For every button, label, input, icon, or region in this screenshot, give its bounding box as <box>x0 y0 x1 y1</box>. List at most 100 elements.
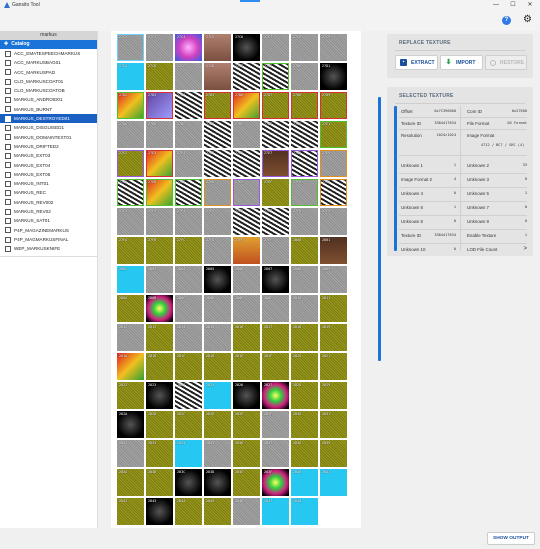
texture-thumbnail[interactable]: 281A <box>117 353 144 380</box>
grid-scrollbar[interactable] <box>378 97 381 361</box>
tree-item[interactable]: P4P_MAGAZINEMARKUS <box>0 226 97 235</box>
texture-thumbnail[interactable]: 282E <box>233 411 260 438</box>
texture-thumbnail[interactable]: 27E1 <box>320 121 347 148</box>
texture-thumbnail[interactable]: 2832 <box>117 440 144 467</box>
texture-thumbnail[interactable]: 27E3 <box>146 150 173 177</box>
texture-thumbnail[interactable]: 2836 <box>233 440 260 467</box>
texture-thumbnail[interactable]: 27D1 <box>320 63 347 90</box>
texture-thumbnail[interactable]: 27E7 <box>262 150 289 177</box>
texture-thumbnail[interactable]: 27DB <box>146 121 173 148</box>
texture-thumbnail[interactable]: 2818 <box>291 324 318 351</box>
texture-thumbnail[interactable]: 27FC <box>175 237 202 264</box>
texture-thumbnail[interactable]: 282B <box>146 411 173 438</box>
tree-item[interactable]: MARKUS_REC <box>0 188 97 197</box>
texture-thumbnail[interactable]: 2819 <box>320 324 347 351</box>
texture-thumbnail[interactable]: 27DF <box>262 121 289 148</box>
texture-thumbnail[interactable]: 2845 <box>204 498 231 525</box>
texture-thumbnail[interactable]: 2815 <box>204 324 231 351</box>
texture-thumbnail[interactable]: 27C3 <box>146 34 173 61</box>
tree-item[interactable]: MARKUS_EXT03 <box>0 151 97 160</box>
texture-thumbnail[interactable]: 2846 <box>233 498 260 525</box>
texture-thumbnail[interactable]: 27CF <box>262 63 289 90</box>
texture-thumbnail[interactable]: 283B <box>146 469 173 496</box>
texture-thumbnail[interactable]: 282F <box>262 411 289 438</box>
texture-thumbnail[interactable]: 27EA <box>117 179 144 206</box>
tree-item[interactable]: MARKUS_REV002 <box>0 198 97 207</box>
texture-thumbnail[interactable]: 2822 <box>117 382 144 409</box>
texture-thumbnail[interactable]: 27F9 <box>320 208 347 235</box>
texture-thumbnail[interactable]: 2839 <box>320 440 347 467</box>
tree-item[interactable]: ACC_EMATESPEECHMARKUS <box>0 49 97 58</box>
texture-thumbnail[interactable]: 2801 <box>320 237 347 264</box>
texture-thumbnail[interactable]: 27F1 <box>320 179 347 206</box>
catalog-root[interactable]: ✚ Catalog <box>0 40 97 49</box>
texture-thumbnail[interactable]: 2833 <box>146 440 173 467</box>
tree-item[interactable]: MARKUS_INT01 <box>0 179 97 188</box>
texture-thumbnail[interactable]: 2842 <box>117 498 144 525</box>
texture-thumbnail[interactable]: 282C <box>175 411 202 438</box>
texture-thumbnail[interactable]: 281B <box>146 353 173 380</box>
texture-thumbnail[interactable]: 27F0 <box>291 179 318 206</box>
texture-thumbnail[interactable]: 280F <box>262 295 289 322</box>
texture-thumbnail[interactable]: 27FA <box>117 237 144 264</box>
texture-thumbnail[interactable]: 2835 <box>204 440 231 467</box>
texture-thumbnail[interactable]: 27D6 <box>233 92 260 119</box>
texture-thumbnail[interactable]: 281C <box>175 353 202 380</box>
minimize-button[interactable]: — <box>491 1 501 10</box>
texture-thumbnail[interactable]: 27EC <box>175 179 202 206</box>
texture-thumbnail[interactable]: 283E <box>233 469 260 496</box>
tree-item[interactable]: MARKUS_ANDROID01 <box>0 95 97 104</box>
texture-thumbnail[interactable]: 2809 <box>320 266 347 293</box>
texture-thumbnail[interactable]: 2816 <box>233 324 260 351</box>
texture-thumbnail[interactable]: 27D2 <box>117 92 144 119</box>
texture-thumbnail[interactable]: 27E0 <box>291 121 318 148</box>
texture-thumbnail[interactable]: 2814 <box>175 324 202 351</box>
texture-thumbnail[interactable]: 27C2 <box>117 34 144 61</box>
extract-button[interactable]: ▪ EXTRACT <box>395 55 438 70</box>
texture-thumbnail[interactable]: 2805 <box>204 266 231 293</box>
texture-thumbnail[interactable]: 282A <box>117 411 144 438</box>
texture-thumbnail[interactable]: 27E9 <box>320 150 347 177</box>
tree-item[interactable]: ACC_MARKUSBAG01 <box>0 58 97 67</box>
texture-thumbnail[interactable]: 27DA <box>117 121 144 148</box>
texture-thumbnail[interactable]: 27F6 <box>233 208 260 235</box>
texture-thumbnail[interactable]: 27C5 <box>204 34 231 61</box>
texture-thumbnail[interactable]: 27F3 <box>146 208 173 235</box>
tree-item[interactable]: MARKUS_EXT05 <box>0 170 97 179</box>
tree-item[interactable]: ACC_MARKUSPAD <box>0 68 97 77</box>
texture-thumbnail[interactable]: 27D8 <box>291 92 318 119</box>
texture-thumbnail[interactable]: 2806 <box>233 266 260 293</box>
texture-thumbnail[interactable]: 281F <box>262 353 289 380</box>
tree-item[interactable]: MARKUS_REV02 <box>0 207 97 216</box>
texture-thumbnail[interactable]: 27D5 <box>204 92 231 119</box>
texture-thumbnail[interactable]: 280E <box>233 295 260 322</box>
tree-item[interactable]: MARKUS_SAT01 <box>0 216 97 225</box>
texture-thumbnail[interactable]: 2829 <box>320 382 347 409</box>
texture-thumbnail[interactable]: 27DC <box>175 121 202 148</box>
texture-thumbnail[interactable]: 27CA <box>117 63 144 90</box>
texture-thumbnail[interactable]: 27E6 <box>233 150 260 177</box>
property-row[interactable]: LOD File Count > <box>467 246 527 252</box>
texture-thumbnail[interactable]: 27D0 <box>291 63 318 90</box>
texture-thumbnail[interactable]: 27E4 <box>175 150 202 177</box>
texture-thumbnail[interactable]: 27F5 <box>204 208 231 235</box>
texture-thumbnail[interactable]: 281E <box>233 353 260 380</box>
texture-thumbnail[interactable]: 281D <box>204 353 231 380</box>
texture-thumbnail[interactable]: 2834 <box>175 440 202 467</box>
texture-thumbnail[interactable]: 2813 <box>146 324 173 351</box>
texture-thumbnail[interactable]: 2837 <box>262 440 289 467</box>
texture-thumbnail[interactable]: 27FE <box>233 237 260 264</box>
texture-thumbnail[interactable]: 2831 <box>320 411 347 438</box>
texture-thumbnail[interactable]: 2847 <box>262 498 289 525</box>
texture-thumbnail[interactable]: 27CD <box>204 63 231 90</box>
texture-thumbnail[interactable]: 2841 <box>320 469 347 496</box>
texture-thumbnail[interactable]: 280A <box>117 295 144 322</box>
texture-thumbnail[interactable]: 27C9 <box>320 34 347 61</box>
texture-thumbnail[interactable]: 27EB <box>146 179 173 206</box>
tree-item[interactable]: CLO_MARKUSCOATOB <box>0 86 97 95</box>
texture-thumbnail[interactable]: 283C <box>175 469 202 496</box>
texture-thumbnail[interactable]: 2807 <box>262 266 289 293</box>
texture-thumbnail[interactable]: 283A <box>117 469 144 496</box>
texture-thumbnail[interactable]: 27FD <box>204 237 231 264</box>
texture-thumbnail[interactable]: 27CE <box>233 63 260 90</box>
